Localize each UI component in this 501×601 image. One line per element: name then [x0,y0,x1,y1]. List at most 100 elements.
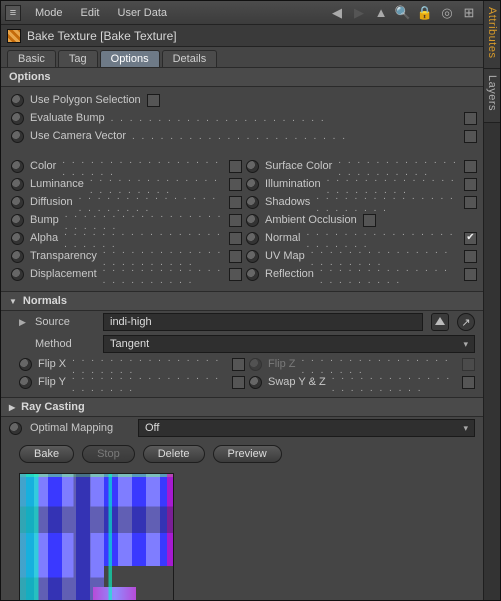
ambient-occlusion-label: Ambient Occlusion [265,214,357,226]
panel-mode-icon[interactable]: ≡ [5,5,21,21]
menu-mode[interactable]: Mode [27,7,71,19]
normal-radio[interactable] [246,232,259,245]
illumination-label: Illumination [265,178,321,190]
preview-button[interactable]: Preview [213,445,282,463]
bake-preview [19,473,174,601]
side-tab-attributes[interactable]: Attributes [484,1,500,69]
flip-x-label: Flip X [38,358,66,370]
section-options: Options [1,67,483,87]
illumination-radio[interactable] [246,178,259,191]
target-icon[interactable]: ◎ [438,4,456,22]
menubar: ≡ Mode Edit User Data ◀ ▶ ▲ 🔍 🔒 ◎ ⊞ [1,1,483,25]
flip-z-label: Flip Z [268,358,296,370]
illumination-check[interactable] [464,178,477,191]
surface-color-radio[interactable] [246,160,259,173]
bump-label: Bump [30,214,59,226]
use-polygon-selection-radio[interactable] [11,94,24,107]
optimal-mapping-combo[interactable]: Off▾ [138,419,475,437]
surface-color-check[interactable] [464,160,477,173]
source-link-icon[interactable]: ↗ [457,313,475,331]
transparency-label: Transparency [30,250,97,262]
displacement-check[interactable] [229,268,242,281]
nav-up-icon[interactable]: ▲ [372,4,390,22]
tab-options[interactable]: Options [100,50,160,67]
optimal-mapping-radio[interactable] [9,422,22,435]
uv-map-label: UV Map [265,250,305,262]
bake-texture-icon [7,29,21,43]
diffusion-check[interactable] [229,196,242,209]
flip-y-radio[interactable] [19,376,32,389]
bump-check[interactable] [229,214,242,227]
flip-y-label: Flip Y [38,376,66,388]
shadows-radio[interactable] [246,196,259,209]
diffusion-label: Diffusion [30,196,73,208]
reflection-label: Reflection [265,268,314,280]
source-expand-icon[interactable]: ▶ [19,317,27,328]
search-icon[interactable]: 🔍 [394,4,412,22]
source-label: Source [35,316,95,328]
normal-check[interactable] [464,232,477,245]
section-ray-casting[interactable]: Ray Casting [1,397,483,417]
nav-prev-icon[interactable]: ◀ [328,4,346,22]
object-title: Bake Texture [Bake Texture] [27,29,177,43]
new-window-icon[interactable]: ⊞ [460,4,478,22]
use-camera-vector-label: Use Camera Vector [30,130,126,142]
shadows-label: Shadows [265,196,310,208]
evaluate-bump-radio[interactable] [11,112,24,125]
lock-icon[interactable]: 🔒 [416,4,434,22]
use-polygon-selection-label: Use Polygon Selection [30,94,141,106]
menu-user-data[interactable]: User Data [110,7,176,19]
use-polygon-selection-check[interactable] [147,94,160,107]
method-combo[interactable]: Tangent▾ [103,335,475,353]
menu-edit[interactable]: Edit [73,7,108,19]
optimal-mapping-label: Optimal Mapping [30,422,130,434]
use-camera-vector-check[interactable] [464,130,477,143]
bake-button[interactable]: Bake [19,445,74,463]
reflection-check[interactable] [464,268,477,281]
section-normals[interactable]: Normals [1,291,483,311]
nav-next-icon[interactable]: ▶ [350,4,368,22]
uv-map-check[interactable] [464,250,477,263]
transparency-check[interactable] [229,250,242,263]
side-tabs: Attributes Layers [483,1,500,600]
ambient-occlusion-check[interactable] [363,214,376,227]
color-label: Color [30,160,56,172]
swap-yz-radio[interactable] [249,376,262,389]
diffusion-radio[interactable] [11,196,24,209]
normal-label: Normal [265,232,300,244]
tab-basic[interactable]: Basic [7,50,56,67]
alpha-radio[interactable] [11,232,24,245]
transparency-radio[interactable] [11,250,24,263]
flip-y-check[interactable] [232,376,245,389]
color-check[interactable] [229,160,242,173]
flip-x-check[interactable] [232,358,245,371]
object-title-bar: Bake Texture [Bake Texture] [1,25,483,47]
reflection-radio[interactable] [246,268,259,281]
luminance-check[interactable] [229,178,242,191]
swap-yz-check[interactable] [462,376,475,389]
tab-tag[interactable]: Tag [58,50,98,67]
ambient-occlusion-radio[interactable] [246,214,259,227]
alpha-label: Alpha [30,232,58,244]
color-radio[interactable] [11,160,24,173]
flip-z-radio [249,358,262,371]
displacement-label: Displacement [30,268,97,280]
use-camera-vector-radio[interactable] [11,130,24,143]
luminance-radio[interactable] [11,178,24,191]
side-tab-layers[interactable]: Layers [484,69,500,122]
source-pick-icon[interactable] [431,313,449,331]
shadows-check[interactable] [464,196,477,209]
tab-details[interactable]: Details [162,50,218,67]
flip-z-check [462,358,475,371]
luminance-label: Luminance [30,178,84,190]
delete-button[interactable]: Delete [143,445,205,463]
alpha-check[interactable] [229,232,242,245]
tab-strip: Basic Tag Options Details [1,47,483,67]
bump-radio[interactable] [11,214,24,227]
flip-x-radio[interactable] [19,358,32,371]
source-field[interactable]: indi-high [103,313,423,331]
displacement-radio[interactable] [11,268,24,281]
evaluate-bump-check[interactable] [464,112,477,125]
stop-button: Stop [82,445,135,463]
uv-map-radio[interactable] [246,250,259,263]
